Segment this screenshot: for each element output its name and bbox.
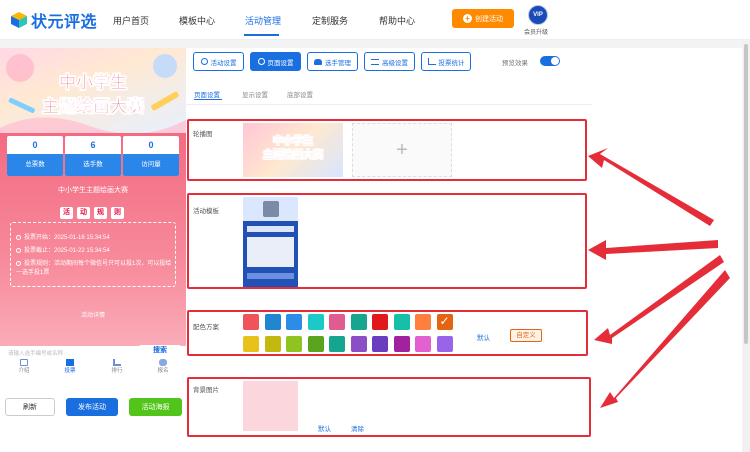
annotation-box-carousel — [187, 119, 587, 181]
annotation-box-template — [187, 193, 587, 289]
toolbar-advanced-settings[interactable]: 高级设置 — [364, 52, 415, 71]
subtab-active-indicator — [194, 99, 222, 100]
bar-chart-icon — [113, 359, 121, 366]
vip-upgrade-label[interactable]: 会员升级 — [524, 27, 548, 36]
users-icon — [314, 58, 322, 65]
nav-item-custom-service[interactable]: 定制服务 — [312, 14, 348, 27]
rules-char: 规 — [94, 207, 107, 219]
stat-contestants-value: 6 — [90, 140, 96, 150]
clock-icon — [16, 260, 21, 266]
publish-activity-button[interactable]: 发布活动 — [66, 398, 118, 416]
stat-visits: 0 访问量 — [123, 136, 179, 176]
rule-start-text: 投票开始：2025-01-16 15:34:54 — [24, 235, 110, 241]
stat-total-votes-label: 总票数 — [7, 154, 63, 176]
gear-icon — [257, 58, 265, 65]
clock-icon — [16, 247, 21, 253]
flag-icon — [66, 359, 74, 366]
rules-char: 活 — [60, 207, 73, 219]
home-icon — [20, 359, 28, 366]
activity-name: 中小学生主题绘画大赛 — [58, 187, 128, 194]
activity-poster-button[interactable]: 活动海报 — [129, 398, 182, 416]
toolbar-page-settings-label: 页面设置 — [267, 59, 294, 67]
stat-visits-value: 0 — [148, 140, 154, 150]
stat-contestants-label: 选手数 — [65, 154, 121, 176]
preview-effect-label: 预览效果 — [502, 60, 528, 67]
tab-rank-label: 排行 — [111, 368, 123, 374]
rules-char: 则 — [111, 207, 124, 219]
stat-total-votes: 0 总票数 — [7, 136, 63, 176]
sliders-icon — [371, 58, 379, 65]
brand-name: 状元评选 — [31, 14, 98, 31]
subtab-display-settings[interactable]: 显示设置 — [242, 89, 268, 99]
toolbar-contestant-manage-label: 选手管理 — [325, 59, 351, 67]
plus-circle-icon: + — [463, 14, 472, 23]
tab-intro-label: 介绍 — [18, 368, 30, 374]
nav-item-activity-manage[interactable]: 活动管理 — [245, 14, 281, 27]
rule-end: 投票截止：2025-01-22 15:34:54 — [16, 247, 176, 256]
tab-signup[interactable]: 报名 — [143, 359, 183, 374]
annotation-box-background — [187, 377, 591, 437]
annotation-arrows — [588, 148, 730, 408]
stat-contestants: 6 选手数 — [65, 136, 121, 176]
nav-active-indicator — [244, 34, 279, 36]
vip-badge-icon[interactable]: VIP — [528, 5, 548, 25]
preview-tabbar: 介绍 投票 排行 报名 — [0, 357, 186, 381]
preview-effect-toggle[interactable] — [540, 56, 560, 66]
preview-banner: 中小学生 主题绘画大赛 — [0, 48, 186, 133]
tab-vote-label: 投票 — [64, 368, 76, 374]
rule-start: 投票开始：2025-01-16 15:34:54 — [16, 234, 176, 243]
clock-icon — [16, 234, 21, 240]
tab-rank[interactable]: 排行 — [97, 359, 137, 374]
rule-vote: 投票规则：活动期间每个微信号只可以投1次，可以投给一选手投1票 — [16, 260, 174, 278]
stat-total-votes-value: 0 — [32, 140, 38, 150]
bar-chart-icon — [427, 58, 436, 65]
banner-title-line1: 中小学生 — [59, 73, 127, 92]
nav-item-templates[interactable]: 模板中心 — [179, 14, 215, 27]
create-activity-label: 创建活动 — [475, 15, 503, 23]
tab-vote[interactable]: 投票 — [50, 359, 90, 374]
subtab-footer-settings[interactable]: 底部设置 — [287, 89, 313, 99]
banner-title-line2: 主题绘画大赛 — [42, 97, 144, 116]
subtab-page-settings[interactable]: 页面设置 — [194, 89, 220, 99]
nav-item-help[interactable]: 帮助中心 — [379, 14, 415, 27]
search-input[interactable]: 请输入选手编号或名称 — [8, 349, 63, 357]
search-button[interactable]: 搜索 — [140, 345, 180, 357]
toolbar-vote-stats[interactable]: 投票统计 — [421, 52, 471, 71]
rules-heading: 活 动 规 则 — [60, 207, 124, 219]
nav-item-home[interactable]: 用户首页 — [113, 14, 149, 27]
rules-char: 动 — [77, 207, 90, 219]
divider — [186, 104, 592, 105]
brand-logo[interactable]: 状元评选 — [10, 8, 97, 32]
refresh-button[interactable]: 刷新 — [5, 398, 55, 416]
gear-icon — [200, 58, 208, 65]
rule-end-text: 投票截止：2025-01-22 15:34:54 — [24, 248, 110, 254]
annotation-box-colors — [187, 310, 588, 356]
top-navbar: 状元评选 用户首页 模板中心 活动管理 定制服务 帮助中心 + 创建活动 VIP… — [0, 0, 750, 40]
stat-visits-label: 访问量 — [123, 154, 179, 176]
tab-intro[interactable]: 介绍 — [4, 359, 44, 374]
hand-icon — [159, 359, 167, 366]
rule-vote-text: 投票规则：活动期间每个微信号只可以投1次，可以投给一选手投1票 — [16, 261, 172, 276]
logo-cube-icon — [11, 12, 27, 28]
toolbar-vote-stats-label: 投票统计 — [438, 59, 465, 67]
scrollbar-thumb[interactable] — [744, 44, 748, 344]
create-activity-button[interactable]: + 创建活动 — [452, 9, 514, 28]
toolbar-page-settings[interactable]: 页面设置 — [250, 52, 301, 71]
activity-details-link[interactable]: 活动详情 — [0, 310, 186, 319]
toolbar-activity-settings-label: 活动设置 — [210, 59, 237, 67]
tab-signup-label: 报名 — [157, 368, 169, 374]
toolbar-advanced-settings-label: 高级设置 — [382, 59, 408, 67]
toolbar-contestant-manage[interactable]: 选手管理 — [307, 52, 358, 71]
toolbar-activity-settings[interactable]: 活动设置 — [193, 52, 244, 71]
